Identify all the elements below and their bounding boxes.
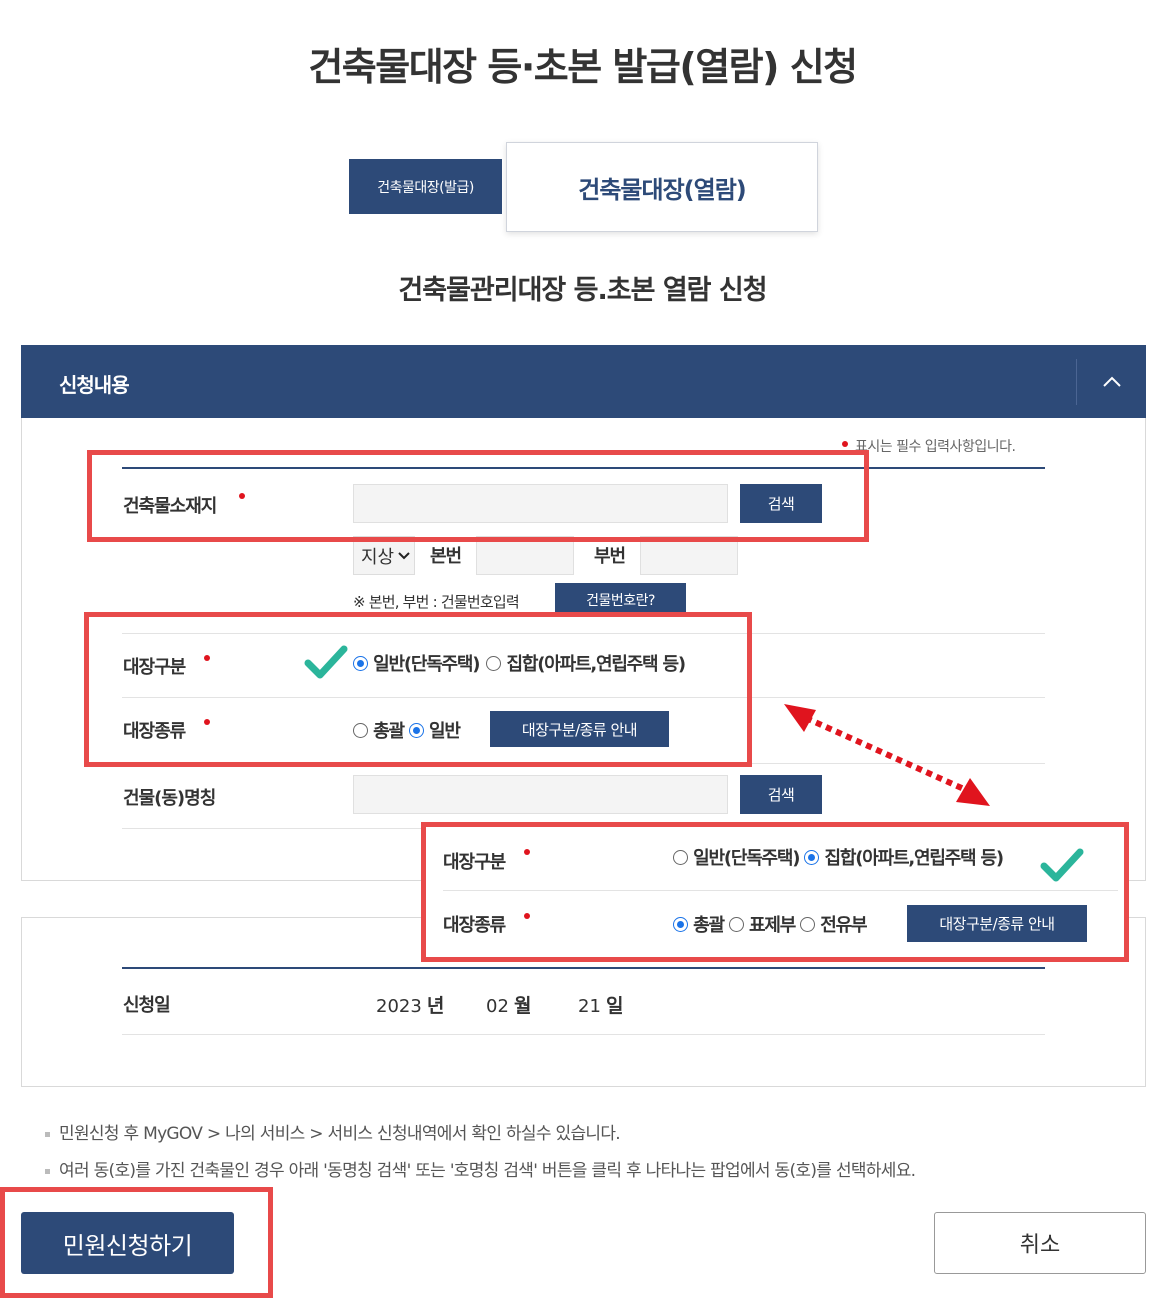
highlight-overlay xyxy=(421,822,1129,962)
chevron-up-icon xyxy=(1102,376,1121,387)
row-divider xyxy=(122,1034,1045,1035)
tab-view[interactable]: 건축물대장(열람) xyxy=(506,142,818,232)
building-name-input[interactable] xyxy=(353,775,728,814)
note-text: 민원신청 후 MyGOV > 나의 서비스 > 서비스 신청내역에서 확인 하실… xyxy=(59,1124,621,1144)
date-month-unit: 월 xyxy=(514,995,532,1017)
date-year-unit: 년 xyxy=(426,995,445,1017)
sub-no-label: 부번 xyxy=(594,546,626,567)
date-top-rule xyxy=(122,967,1045,969)
page-title: 건축물대장 등·초본 발급(열람) 신청 xyxy=(308,45,858,89)
note-line: 민원신청 후 MyGOV > 나의 서비스 > 서비스 신청내역에서 확인 하실… xyxy=(45,1119,621,1144)
building-no-hint: ※ 본번, 부번 : 건물번호입력 xyxy=(353,593,520,611)
land-type-value: 지상 xyxy=(361,546,395,568)
cancel-button[interactable]: 취소 xyxy=(934,1212,1146,1274)
date-day-unit: 일 xyxy=(606,995,624,1017)
date-month-value: 02 xyxy=(486,996,509,1017)
date-year-value: 2023 xyxy=(376,996,422,1017)
double-arrow-icon xyxy=(784,704,990,806)
required-dot xyxy=(842,432,848,451)
submit-button[interactable]: 민원신청하기 xyxy=(21,1212,234,1274)
date-day-value: 21 xyxy=(578,996,601,1017)
tab-issue[interactable]: 건축물대장(발급) xyxy=(349,159,502,214)
collapse-button[interactable] xyxy=(1077,345,1146,418)
highlight-ledger xyxy=(84,612,752,767)
highlight-location xyxy=(87,450,869,542)
date-label: 신청일 xyxy=(123,995,171,1016)
chevron-down-icon xyxy=(398,551,410,559)
note-line: 여러 동(호)를 가진 건축물인 경우 아래 '동명칭 검색' 또는 '호명칭 … xyxy=(45,1156,916,1181)
note-text: 여러 동(호)를 가진 건축물인 경우 아래 '동명칭 검색' 또는 '호명칭 … xyxy=(59,1161,916,1181)
building-name-label: 건물(동)명칭 xyxy=(123,788,216,809)
section-title: 신청내용 xyxy=(59,373,130,397)
main-no-label: 본번 xyxy=(430,546,462,567)
date-year: 2023 년 xyxy=(376,991,444,1018)
date-day: 21 일 xyxy=(578,991,623,1018)
section-header: 신청내용 xyxy=(21,345,1146,418)
required-note: 표시는 필수 입력사항입니다. xyxy=(855,439,1016,455)
sub-title: 건축물관리대장 등.초본 열람 신청 xyxy=(398,275,767,306)
date-month: 02 월 xyxy=(486,991,531,1018)
